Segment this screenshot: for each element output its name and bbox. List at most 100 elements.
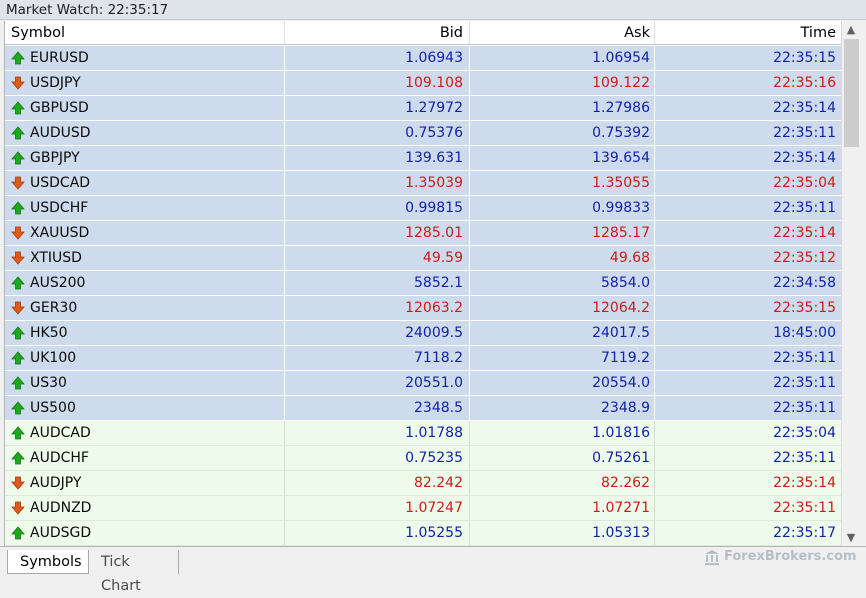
column-header-bid[interactable]: Bid xyxy=(285,21,470,44)
symbol-name: GBPUSD xyxy=(30,100,89,116)
bid-cell: 1.27972 xyxy=(285,96,470,120)
bid-cell: 5852.1 xyxy=(285,271,470,295)
time-cell: 22:35:04 xyxy=(773,425,836,441)
scrollbar-thumb[interactable] xyxy=(844,39,859,147)
time-cell: 22:35:04 xyxy=(773,175,836,191)
symbol-cell: AUS200 xyxy=(5,271,285,295)
symbol-cell: AUDCHF xyxy=(5,446,285,470)
arrow-up-icon xyxy=(11,426,25,440)
ask-cell: 139.654 xyxy=(470,146,655,170)
symbol-cell: AUDSGD xyxy=(5,521,285,545)
ask-cell: 1.06954 xyxy=(470,46,655,70)
table-row[interactable]: AUDCAD 1.01788 1.01816 22:35:04 xyxy=(5,421,842,446)
ask-cell: 24017.5 xyxy=(470,321,655,345)
time-cell: 22:35:15 xyxy=(773,50,836,66)
ask-cell: 5854.0 xyxy=(470,271,655,295)
bid-cell: 1285.01 xyxy=(285,221,470,245)
table-row[interactable]: GBPJPY 139.631 139.654 22:35:14 xyxy=(5,146,842,171)
table-row[interactable]: AUS200 5852.1 5854.0 22:34:58 xyxy=(5,271,842,296)
bid-cell: 20551.0 xyxy=(285,371,470,395)
chevron-down-icon[interactable]: ▼ xyxy=(842,529,860,546)
table-row[interactable]: AUDUSD 0.75376 0.75392 22:35:11 xyxy=(5,121,842,146)
arrow-down-icon xyxy=(11,476,25,490)
time-cell: 18:45:00 xyxy=(773,325,836,341)
table-row[interactable]: USDJPY 109.108 109.122 22:35:16 xyxy=(5,71,842,96)
symbol-cell: XAUUSD xyxy=(5,221,285,245)
table-row[interactable]: GBPUSD 1.27972 1.27986 22:35:14 xyxy=(5,96,842,121)
bid-cell: 82.242 xyxy=(285,471,470,495)
symbol-name: GER30 xyxy=(30,300,78,316)
tab-tick-chart[interactable]: Tick Chart xyxy=(89,550,179,594)
ask-cell: 1.05313 xyxy=(470,521,655,545)
symbol-name: XTIUSD xyxy=(30,250,82,266)
bid-cell: 0.75235 xyxy=(285,446,470,470)
symbol-name: AUS200 xyxy=(30,275,86,291)
table-row[interactable]: UK100 7118.2 7119.2 22:35:11 xyxy=(5,346,842,371)
time-cell: 22:35:11 xyxy=(773,450,836,466)
symbol-cell: USDJPY xyxy=(5,71,285,95)
arrow-up-icon xyxy=(11,326,25,340)
symbol-name: AUDJPY xyxy=(30,475,82,491)
bid-cell: 0.99815 xyxy=(285,196,470,220)
arrow-up-icon xyxy=(11,51,25,65)
bid-cell: 139.631 xyxy=(285,146,470,170)
watermark-text: ForexBrokers.com xyxy=(724,549,857,564)
table-row[interactable]: XTIUSD 49.59 49.68 22:35:12 xyxy=(5,246,842,271)
ask-cell: 1285.17 xyxy=(470,221,655,245)
table-row[interactable]: GER30 12063.2 12064.2 22:35:15 xyxy=(5,296,842,321)
symbol-cell: HK50 xyxy=(5,321,285,345)
chevron-up-icon[interactable]: ▲ xyxy=(842,21,860,38)
ask-cell: 0.75261 xyxy=(470,446,655,470)
column-header-time[interactable]: Time xyxy=(655,21,842,44)
bid-cell: 12063.2 xyxy=(285,296,470,320)
time-cell: 22:35:14 xyxy=(773,475,836,491)
ask-cell: 1.01816 xyxy=(470,421,655,445)
symbol-name: USDCHF xyxy=(30,200,89,216)
arrow-up-icon xyxy=(11,451,25,465)
time-cell: 22:35:16 xyxy=(773,75,836,91)
table-row[interactable]: US500 2348.5 2348.9 22:35:11 xyxy=(5,396,842,421)
time-cell: 22:35:12 xyxy=(773,250,836,266)
symbol-name: EURUSD xyxy=(30,50,89,66)
arrow-up-icon xyxy=(11,401,25,415)
market-watch-table: Symbol Bid Ask Time EURUSD 1.06943 1.06954… xyxy=(4,21,842,546)
table-row[interactable]: AUDCHF 0.75235 0.75261 22:35:11 xyxy=(5,446,842,471)
arrow-up-icon xyxy=(11,201,25,215)
time-cell: 22:35:11 xyxy=(773,200,836,216)
bid-cell: 1.06943 xyxy=(285,46,470,70)
tab-symbols[interactable]: Symbols xyxy=(7,550,89,574)
symbol-cell: US500 xyxy=(5,396,285,420)
time-cell: 22:35:14 xyxy=(773,150,836,166)
table-row[interactable]: AUDJPY 82.242 82.262 22:35:14 xyxy=(5,471,842,496)
table-row[interactable]: US30 20551.0 20554.0 22:35:11 xyxy=(5,371,842,396)
column-header-symbol[interactable]: Symbol xyxy=(5,21,285,44)
symbol-name: HK50 xyxy=(30,325,68,341)
table-row[interactable]: XAUUSD 1285.01 1285.17 22:35:14 xyxy=(5,221,842,246)
time-cell: 22:35:17 xyxy=(773,525,836,541)
symbol-cell: XTIUSD xyxy=(5,246,285,270)
symbol-cell: GBPJPY xyxy=(5,146,285,170)
vertical-scrollbar[interactable]: ▲ ▼ xyxy=(841,21,860,546)
arrow-up-icon xyxy=(11,151,25,165)
symbol-cell: AUDCAD xyxy=(5,421,285,445)
arrow-up-icon xyxy=(11,276,25,290)
arrow-up-icon xyxy=(11,351,25,365)
table-row[interactable]: USDCHF 0.99815 0.99833 22:35:11 xyxy=(5,196,842,221)
symbol-name: UK100 xyxy=(30,350,77,366)
bid-cell: 24009.5 xyxy=(285,321,470,345)
bid-cell: 1.05255 xyxy=(285,521,470,545)
bid-cell: 2348.5 xyxy=(285,396,470,420)
time-cell: 22:35:11 xyxy=(773,375,836,391)
symbol-name: XAUUSD xyxy=(30,225,90,241)
arrow-up-icon xyxy=(11,101,25,115)
table-row[interactable]: HK50 24009.5 24017.5 18:45:00 xyxy=(5,321,842,346)
table-row[interactable]: AUDSGD 1.05255 1.05313 22:35:17 xyxy=(5,521,842,546)
building-icon xyxy=(705,550,719,565)
ask-cell: 7119.2 xyxy=(470,346,655,370)
column-header-ask[interactable]: Ask xyxy=(470,21,655,44)
symbol-cell: UK100 xyxy=(5,346,285,370)
table-row[interactable]: AUDNZD 1.07247 1.07271 22:35:11 xyxy=(5,496,842,521)
table-header: Symbol Bid Ask Time xyxy=(5,21,842,45)
table-row[interactable]: USDCAD 1.35039 1.35055 22:35:04 xyxy=(5,171,842,196)
table-row[interactable]: EURUSD 1.06943 1.06954 22:35:15 xyxy=(5,46,842,71)
